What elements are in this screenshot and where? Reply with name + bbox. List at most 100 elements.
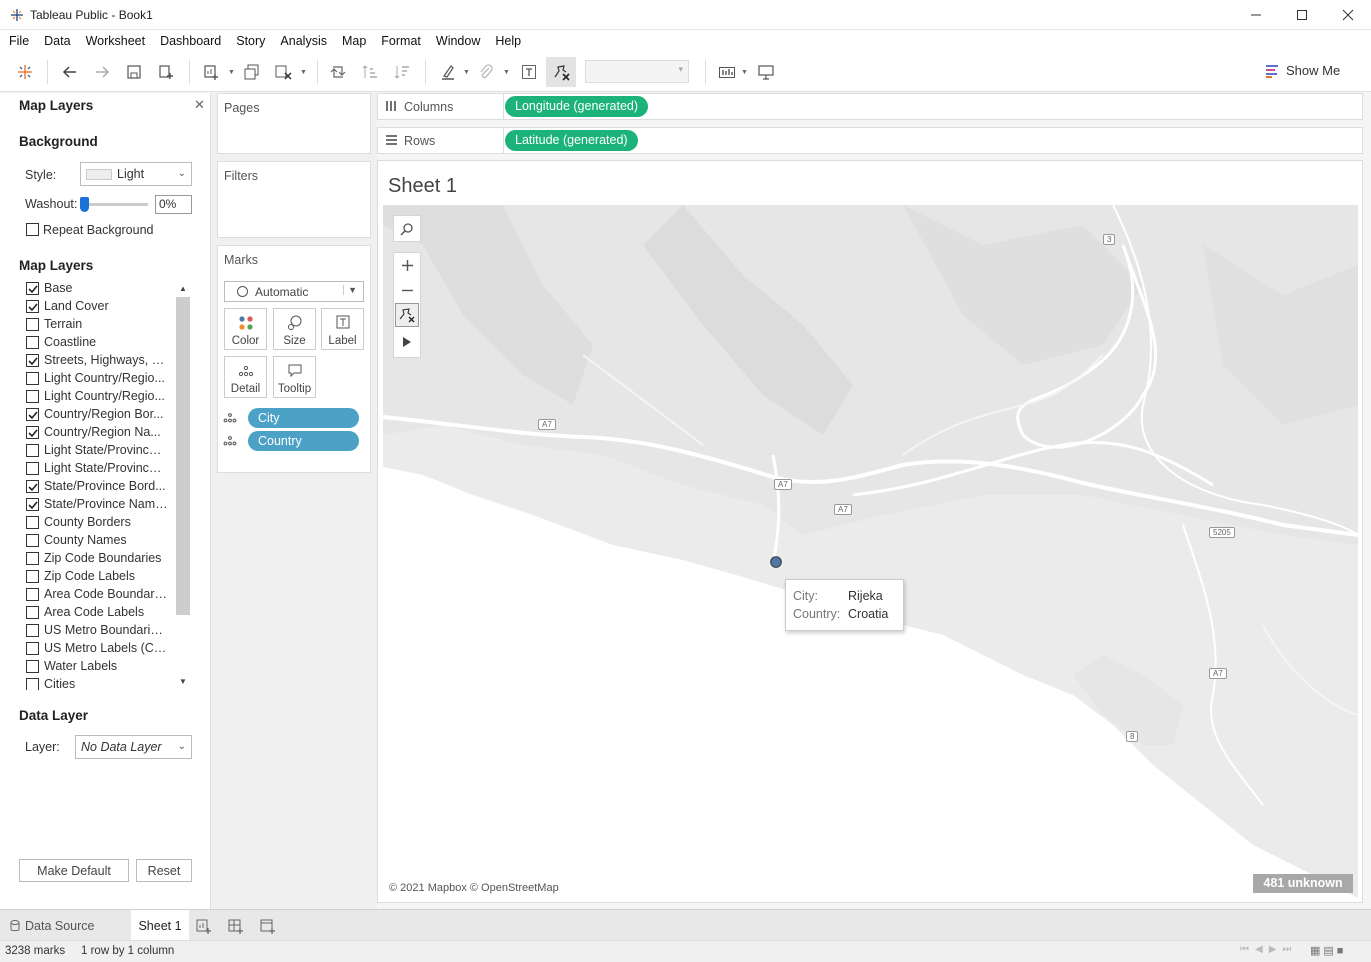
map-layer-item[interactable]: State/Province Names [19,496,191,514]
data-layer-dropdown[interactable]: No Data Layer ⌄ [75,735,192,759]
map-layer-checkbox[interactable] [26,354,39,367]
tableau-home-button[interactable] [14,61,36,83]
map-layer-item[interactable]: Zip Code Boundaries [19,550,191,568]
map-layer-checkbox[interactable] [26,588,39,601]
map-layer-checkbox[interactable] [26,606,39,619]
tooltip-button[interactable]: Tooltip [273,356,316,398]
save-button[interactable] [123,61,145,83]
undo-button[interactable] [59,61,81,83]
fix-axes-button[interactable] [546,57,576,87]
map-layer-item[interactable]: Base [19,280,191,298]
map-layer-item[interactable]: Land Cover [19,298,191,316]
minimize-button[interactable] [1233,0,1279,30]
zoom-in-button[interactable] [394,253,420,278]
pages-card[interactable]: Pages [217,93,371,154]
map-layer-checkbox[interactable] [26,624,39,637]
map-layer-item[interactable]: Country/Region Bor... [19,406,191,424]
map-layer-checkbox[interactable] [26,300,39,313]
map-layer-checkbox[interactable] [26,534,39,547]
presentation-mode-button[interactable] [755,61,777,83]
map-layer-checkbox[interactable] [26,480,39,493]
map-layer-item[interactable]: Light State/Province ... [19,442,191,460]
show-mark-labels-button[interactable] [518,61,540,83]
map-layer-item[interactable]: Country/Region Na... [19,424,191,442]
menu-format[interactable]: Format [381,30,421,52]
rows-shelf[interactable]: Rows Latitude (generated) [377,127,1363,154]
label-button[interactable]: Label [321,308,364,350]
repeat-background-checkbox[interactable] [26,223,39,236]
reset-button[interactable]: Reset [136,859,192,882]
redo-button[interactable] [91,61,113,83]
highlight-button[interactable] [437,61,459,83]
style-dropdown[interactable]: Light ⌄ [80,162,192,186]
map-layer-checkbox[interactable] [26,660,39,673]
sheet-navigation-icon[interactable]: ⏮◀▶⏭ [1240,944,1297,955]
close-button[interactable] [1325,0,1371,30]
chevron-down-icon[interactable]: ▼ [503,69,510,76]
map-layer-checkbox[interactable] [26,444,39,457]
group-members-button[interactable] [475,61,497,83]
map-layer-item[interactable]: Water Labels [19,658,191,676]
map-layer-checkbox[interactable] [26,498,39,511]
unknown-indicator[interactable]: 481 unknown [1253,874,1353,893]
map-layer-checkbox[interactable] [26,318,39,331]
new-story-icon[interactable] [259,917,277,935]
menu-data[interactable]: Data [44,30,70,52]
map-layer-item[interactable]: Light State/Province ... [19,460,191,478]
map-layer-checkbox[interactable] [26,642,39,655]
scroll-down-icon[interactable]: ▼ [176,675,190,689]
show-me-button[interactable]: Show Me [1266,63,1340,78]
map-layer-checkbox[interactable] [26,570,39,583]
maximize-button[interactable] [1279,0,1325,30]
map-layer-item[interactable]: Area Code Boundaries [19,586,191,604]
menu-analysis[interactable]: Analysis [280,30,327,52]
map-layer-item[interactable]: Area Code Labels [19,604,191,622]
latitude-pill[interactable]: Latitude (generated) [505,130,638,151]
menu-dashboard[interactable]: Dashboard [160,30,221,52]
washout-slider-thumb[interactable] [80,197,89,212]
sheet-title[interactable]: Sheet 1 [388,175,457,198]
zoom-out-button[interactable] [394,278,420,303]
map-attribution[interactable]: © 2021 Mapbox © OpenStreetMap [389,882,559,894]
map-layer-item[interactable]: Terrain [19,316,191,334]
map-layer-checkbox[interactable] [26,516,39,529]
map-layer-checkbox[interactable] [26,390,39,403]
new-worksheet-icon[interactable] [195,917,213,935]
map-layer-checkbox[interactable] [26,372,39,385]
menu-window[interactable]: Window [436,30,480,52]
map-layer-item[interactable]: Coastline [19,334,191,352]
washout-slider-track[interactable] [80,203,148,206]
detail-button[interactable]: Detail [224,356,267,398]
map-layer-checkbox[interactable] [26,552,39,565]
map-layer-checkbox[interactable] [26,426,39,439]
map-layer-item[interactable]: Streets, Highways, R... [19,352,191,370]
map-layer-item[interactable]: Light Country/Regio... [19,370,191,388]
washout-input[interactable]: 0% [155,195,192,214]
city-pill[interactable]: City [248,408,359,428]
expand-toolbar-button[interactable] [394,327,420,357]
color-button[interactable]: Color [224,308,267,350]
duplicate-sheet-button[interactable] [241,61,263,83]
reset-map-button[interactable] [395,302,419,328]
sort-descending-button[interactable] [391,61,413,83]
filters-card[interactable]: Filters [217,161,371,238]
fit-button[interactable] [716,61,738,83]
swap-rows-columns-button[interactable] [327,61,349,83]
map-search-button[interactable] [393,215,421,242]
map-layer-checkbox[interactable] [26,462,39,475]
data-source-tab[interactable]: Data Source [0,910,130,941]
layers-scrollbar-thumb[interactable] [176,297,190,615]
mark-type-dropdown[interactable]: Automatic ▼ [224,281,364,302]
map-layer-item[interactable]: County Names [19,532,191,550]
map-layer-item[interactable]: Cities [19,676,191,690]
map-layer-checkbox[interactable] [26,408,39,421]
map-layer-item[interactable]: US Metro Labels (CB... [19,640,191,658]
scroll-up-icon[interactable]: ▲ [176,282,190,296]
make-default-button[interactable]: Make Default [19,859,129,882]
menu-file[interactable]: File [9,30,29,52]
size-button[interactable]: Size [273,308,316,350]
map-layer-item[interactable]: Light Country/Regio... [19,388,191,406]
map-layer-checkbox[interactable] [26,336,39,349]
columns-shelf[interactable]: Columns Longitude (generated) [377,93,1363,120]
clear-sheet-button[interactable] [272,61,294,83]
